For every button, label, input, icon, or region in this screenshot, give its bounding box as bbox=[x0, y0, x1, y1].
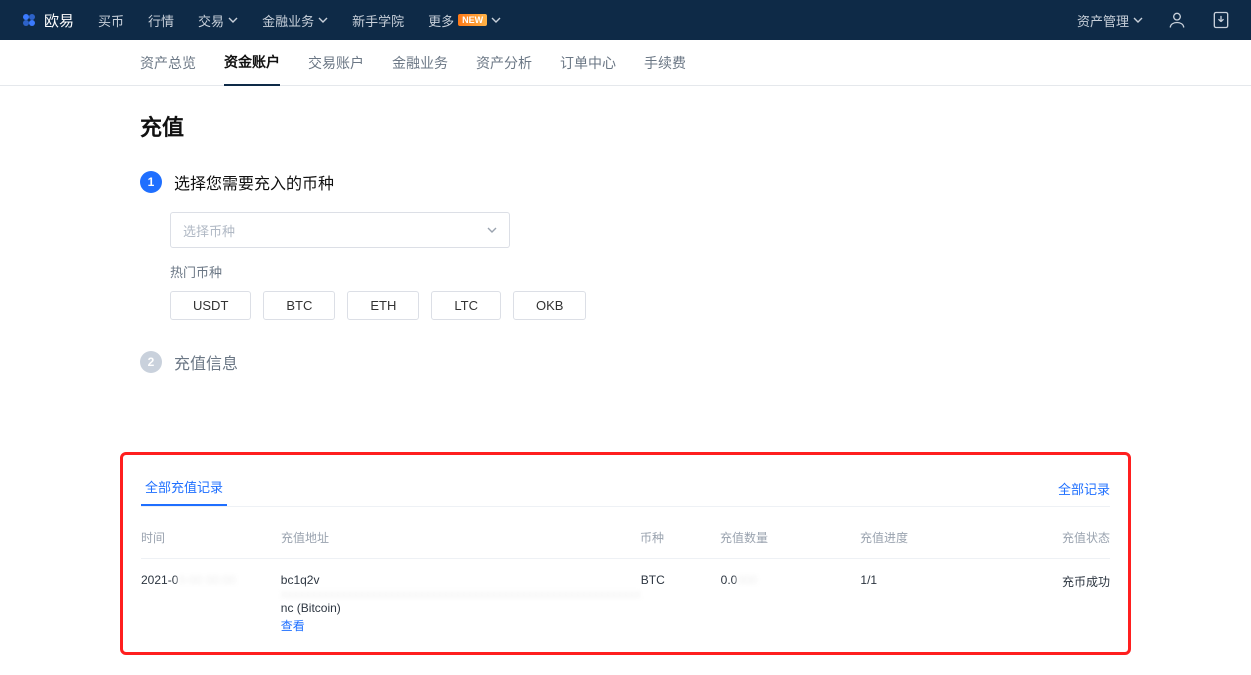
header-amount: 充值数量 bbox=[720, 529, 860, 546]
subnav-fees[interactable]: 手续费 bbox=[644, 40, 686, 86]
subnav-orders-label: 订单中心 bbox=[560, 53, 616, 73]
chevron-down-icon bbox=[1133, 15, 1143, 25]
subnav-funding[interactable]: 资金账户 bbox=[224, 40, 280, 86]
subnav-analysis-label: 资产分析 bbox=[476, 53, 532, 73]
records-table-header: 时间 充值地址 币种 充值数量 充值进度 充值状态 bbox=[141, 507, 1110, 559]
step-2: 2 充值信息 bbox=[140, 350, 1111, 374]
redacted: 0-00 00:00 bbox=[178, 573, 235, 587]
cell-time-text: 2021-0 bbox=[141, 573, 178, 587]
topbar-right: 资产管理 bbox=[1077, 10, 1231, 30]
header-time: 时间 bbox=[141, 529, 281, 546]
cell-address: bc1q2vxxxxxxxxxxxxxxxxxxxxxxxxxxxxxxxxxx… bbox=[281, 573, 641, 634]
subnav-finance[interactable]: 金融业务 bbox=[392, 40, 448, 86]
coin-select-wrap: 选择币种 bbox=[170, 212, 1111, 248]
cell-coin: BTC bbox=[641, 573, 721, 634]
nav-trade-label: 交易 bbox=[198, 11, 224, 30]
nav-more[interactable]: 更多 NEW bbox=[428, 11, 501, 30]
table-row: 2021-00-00 00:00 bc1q2vxxxxxxxxxxxxxxxxx… bbox=[141, 559, 1110, 640]
chip-ltc[interactable]: LTC bbox=[431, 291, 501, 320]
nav-academy-label: 新手学院 bbox=[352, 11, 404, 30]
hot-coin-chips: USDT BTC ETH LTC OKB bbox=[170, 291, 1111, 320]
redacted: 000 bbox=[737, 573, 757, 587]
nav-more-label: 更多 bbox=[428, 11, 454, 30]
subnav-trading-label: 交易账户 bbox=[308, 53, 364, 73]
content: 充值 1 选择您需要充入的币种 选择币种 热门币种 USDT BTC ETH L… bbox=[0, 86, 1251, 374]
nav-market[interactable]: 行情 bbox=[148, 11, 174, 30]
subnav-trading[interactable]: 交易账户 bbox=[308, 40, 364, 86]
header-address: 充值地址 bbox=[281, 529, 640, 546]
top-navbar: 欧易 买币 行情 交易 金融业务 新手学院 更多 NEW 资产管理 bbox=[0, 0, 1251, 40]
chip-usdt[interactable]: USDT bbox=[170, 291, 251, 320]
subnav-overview-label: 资产总览 bbox=[140, 53, 196, 73]
header-status: 充值状态 bbox=[1020, 529, 1110, 546]
header-progress: 充值进度 bbox=[860, 529, 1020, 546]
redacted: xxxxxxxxxxxxxxxxxxxxxxxxxxxxxxxxxxxxxxxx… bbox=[281, 587, 641, 601]
coin-select-placeholder: 选择币种 bbox=[183, 221, 235, 240]
step-1-number: 1 bbox=[140, 171, 162, 193]
step-2-title: 充值信息 bbox=[174, 350, 238, 374]
address-text: bc1q2vxxxxxxxxxxxxxxxxxxxxxxxxxxxxxxxxxx… bbox=[281, 573, 641, 615]
header-coin: 币种 bbox=[640, 529, 720, 546]
brand-name: 欧易 bbox=[44, 10, 74, 31]
nav-buy-label: 买币 bbox=[98, 11, 124, 30]
addr-suffix: nc (Bitcoin) bbox=[281, 601, 341, 615]
chevron-down-icon bbox=[318, 15, 328, 25]
sub-navbar: 资产总览 资金账户 交易账户 金融业务 资产分析 订单中心 手续费 bbox=[0, 40, 1251, 86]
topbar-left: 欧易 买币 行情 交易 金融业务 新手学院 更多 NEW bbox=[20, 10, 501, 31]
coin-select[interactable]: 选择币种 bbox=[170, 212, 510, 248]
nav-market-label: 行情 bbox=[148, 11, 174, 30]
spacer bbox=[0, 392, 1251, 452]
records-tabbar: 全部充值记录 全部记录 bbox=[141, 469, 1110, 507]
subnav-funding-label: 资金账户 bbox=[224, 52, 280, 72]
cell-amount: 0.0000 bbox=[721, 573, 861, 634]
new-badge: NEW bbox=[458, 14, 487, 26]
chip-okb[interactable]: OKB bbox=[513, 291, 586, 320]
tab-all-deposits[interactable]: 全部充值记录 bbox=[141, 469, 227, 506]
nav-finance[interactable]: 金融业务 bbox=[262, 11, 328, 30]
nav-assets[interactable]: 资产管理 bbox=[1077, 11, 1143, 30]
user-icon[interactable] bbox=[1167, 10, 1187, 30]
cell-amount-text: 0.0 bbox=[721, 573, 738, 587]
nav-finance-label: 金融业务 bbox=[262, 11, 314, 30]
chip-eth[interactable]: ETH bbox=[347, 291, 419, 320]
nav-academy[interactable]: 新手学院 bbox=[352, 11, 404, 30]
link-all-records[interactable]: 全部记录 bbox=[1058, 479, 1110, 506]
chevron-down-icon bbox=[487, 225, 497, 235]
hot-coins-label: 热门币种 bbox=[170, 262, 1111, 281]
chevron-down-icon bbox=[491, 15, 501, 25]
nav-trade[interactable]: 交易 bbox=[198, 11, 238, 30]
nav-buy[interactable]: 买币 bbox=[98, 11, 124, 30]
page-title: 充值 bbox=[140, 110, 1111, 142]
cell-status: 充币成功 bbox=[1020, 573, 1110, 634]
cell-progress: 1/1 bbox=[860, 573, 1020, 634]
logo-icon bbox=[20, 11, 38, 29]
subnav-finance-label: 金融业务 bbox=[392, 53, 448, 73]
brand-logo[interactable]: 欧易 bbox=[20, 10, 74, 31]
download-icon[interactable] bbox=[1211, 10, 1231, 30]
chip-btc[interactable]: BTC bbox=[263, 291, 335, 320]
step-1-title: 选择您需要充入的币种 bbox=[174, 170, 334, 194]
view-link[interactable]: 查看 bbox=[281, 617, 641, 634]
cell-time: 2021-00-00 00:00 bbox=[141, 573, 281, 634]
addr-prefix: bc1q2v bbox=[281, 573, 320, 587]
step-1: 1 选择您需要充入的币种 bbox=[140, 170, 1111, 194]
subnav-analysis[interactable]: 资产分析 bbox=[476, 40, 532, 86]
subnav-overview[interactable]: 资产总览 bbox=[140, 40, 196, 86]
chevron-down-icon bbox=[228, 15, 238, 25]
step-2-number: 2 bbox=[140, 351, 162, 373]
subnav-fees-label: 手续费 bbox=[644, 53, 686, 73]
subnav-orders[interactable]: 订单中心 bbox=[560, 40, 616, 86]
nav-assets-label: 资产管理 bbox=[1077, 11, 1129, 30]
deposit-records-panel: 全部充值记录 全部记录 时间 充值地址 币种 充值数量 充值进度 充值状态 20… bbox=[120, 452, 1131, 655]
